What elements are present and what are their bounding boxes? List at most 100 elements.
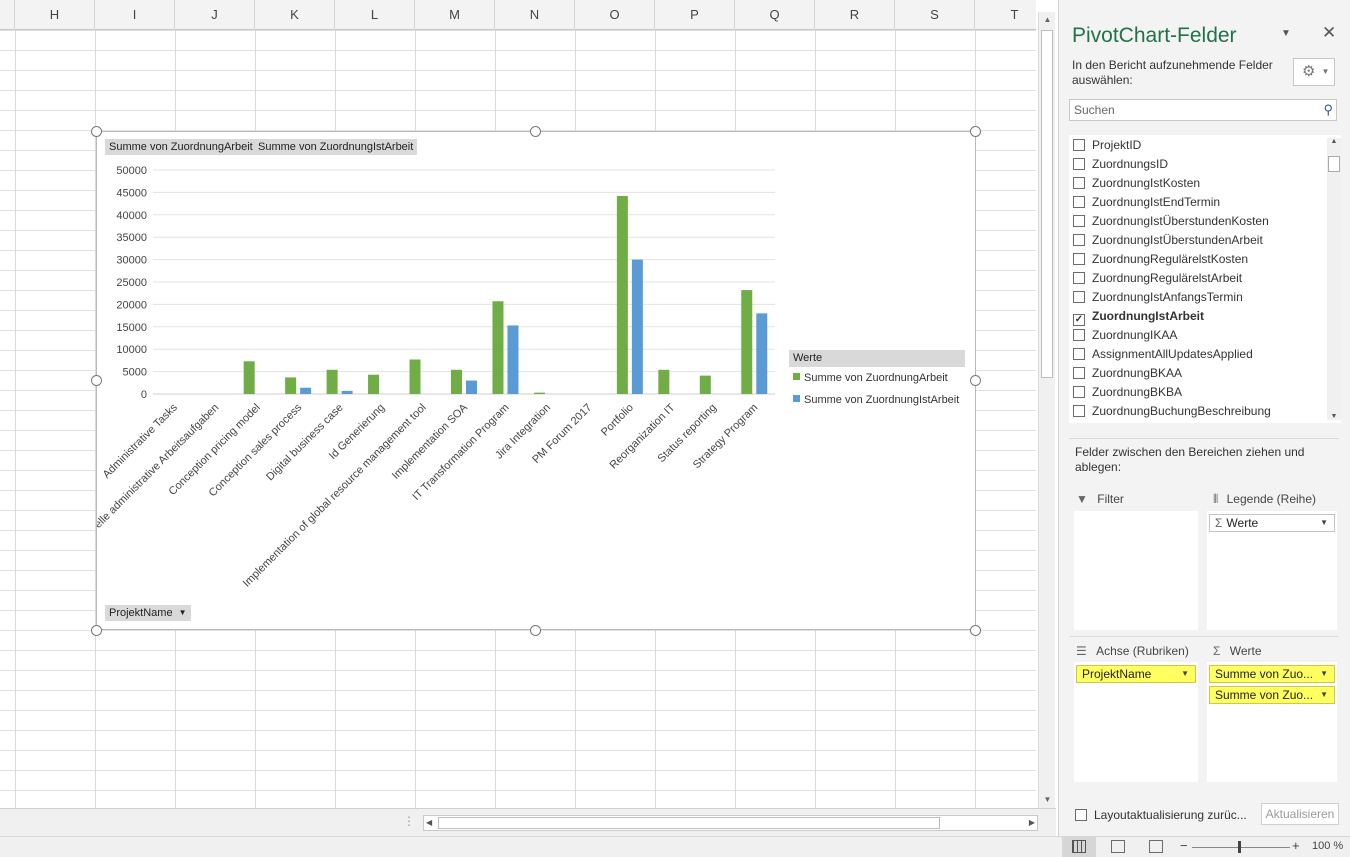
field-list[interactable]: ProjektID ZuordnungsID ZuordnungIstKosten Z… — [1069, 135, 1341, 423]
column-header-s[interactable]: S — [895, 0, 975, 30]
checkbox[interactable] — [1073, 291, 1085, 303]
zoom-slider-thumb[interactable] — [1238, 841, 1241, 853]
field-item[interactable]: ✓ ZuordnungIstArbeit — [1073, 309, 1204, 328]
bar-series-1[interactable] — [368, 374, 380, 394]
field-item[interactable]: ZuordnungBKBA — [1073, 385, 1182, 404]
resize-handle-r[interactable] — [970, 375, 981, 386]
splitter-icon[interactable]: ⋮ — [403, 814, 415, 828]
column-header-l[interactable]: L — [335, 0, 415, 30]
field-item[interactable]: ZuordnungBuchungBeschreibung — [1073, 404, 1271, 423]
bar-series-2[interactable] — [507, 325, 519, 394]
scroll-right-icon[interactable]: ▶ — [1029, 816, 1035, 830]
column-header-k[interactable]: K — [255, 0, 335, 30]
checkbox[interactable] — [1073, 405, 1085, 417]
resize-handle-t[interactable] — [530, 126, 541, 137]
field-item[interactable]: ZuordnungRegulärelstKosten — [1073, 252, 1248, 271]
resize-handle-tr[interactable] — [970, 126, 981, 137]
zoom-slider[interactable] — [1192, 847, 1290, 848]
field-item[interactable]: ZuordnungIstKosten — [1073, 176, 1200, 195]
field-item[interactable]: ZuordnungIstÜberstundenKosten — [1073, 214, 1269, 233]
values-field-pill[interactable]: Summe von Zuo... ▼ — [1209, 686, 1335, 704]
defer-layout-update-checkbox[interactable]: Layoutaktualisierung zurüc... — [1075, 808, 1247, 822]
bar-series-2[interactable] — [300, 387, 312, 394]
field-item[interactable]: ZuordnungIstEndTermin — [1073, 195, 1220, 214]
field-item[interactable]: ZuordnungsID — [1073, 157, 1168, 176]
scroll-down-icon[interactable]: ▼ — [1327, 413, 1341, 420]
bar-series-1[interactable] — [492, 301, 504, 394]
legend-field-pill[interactable]: Σ Werte ▼ — [1209, 514, 1335, 532]
bar-series-1[interactable] — [741, 290, 753, 394]
bar-series-1[interactable] — [243, 361, 255, 394]
checkbox[interactable] — [1073, 139, 1085, 151]
page-break-view-icon[interactable] — [1149, 840, 1163, 853]
resize-handle-b[interactable] — [530, 625, 541, 636]
checkbox[interactable] — [1073, 234, 1085, 246]
field-list-scrollbar[interactable]: ▲ ▼ — [1327, 138, 1341, 420]
axis-field-pill[interactable]: ProjektName ▼ — [1076, 665, 1196, 683]
pivot-chart[interactable]: 50000 45000 40000 35000 30000 25000 20000 15000… — [96, 131, 976, 630]
checkbox[interactable] — [1073, 329, 1085, 341]
axis-field-button[interactable]: ProjektName ▼ — [105, 605, 191, 621]
bar-series-1[interactable] — [699, 375, 711, 394]
scroll-down-icon[interactable]: ▼ — [1039, 792, 1056, 808]
tools-button[interactable]: ⚙ ▼ — [1293, 58, 1335, 86]
value-field-button-istarbeit[interactable]: Summe von ZuordnungIstArbeit — [254, 139, 418, 155]
bar-series-2[interactable] — [631, 259, 643, 394]
field-item[interactable]: ZuordnungIstAnfangsTermin — [1073, 290, 1243, 309]
zoom-out-icon[interactable]: − — [1180, 838, 1188, 853]
resize-handle-bl[interactable] — [91, 625, 102, 636]
resize-handle-tl[interactable] — [91, 126, 102, 137]
column-header-j[interactable]: J — [175, 0, 255, 30]
bar-series-2[interactable] — [466, 380, 477, 394]
horizontal-scrollbar[interactable]: ◀ ▶ — [423, 815, 1038, 831]
zoom-in-icon[interactable]: + — [1292, 838, 1300, 853]
field-item[interactable]: AssignmentAllUpdatesApplied — [1073, 347, 1253, 366]
bar-series-2[interactable] — [341, 390, 353, 394]
bar-series-2[interactable] — [756, 313, 768, 394]
checkbox[interactable] — [1073, 272, 1085, 284]
field-item[interactable]: ProjektID — [1073, 138, 1141, 157]
values-field-pill[interactable]: Summe von Zuo... ▼ — [1209, 665, 1335, 683]
checkbox[interactable] — [1073, 177, 1085, 189]
scroll-up-icon[interactable]: ▲ — [1039, 12, 1056, 28]
page-layout-view-icon[interactable] — [1111, 840, 1125, 853]
close-icon[interactable]: ✕ — [1322, 23, 1336, 43]
worksheet[interactable]: HIJKLMNOPQRST 50000 45000 40000 35000 30000 2… — [0, 0, 1036, 808]
checkbox-checked[interactable]: ✓ — [1073, 314, 1085, 326]
field-list-scroll-thumb[interactable] — [1328, 156, 1340, 172]
vertical-scroll-thumb[interactable] — [1041, 30, 1053, 378]
resize-handle-l[interactable] — [91, 375, 102, 386]
field-item[interactable]: ZuordnungRegulärelstArbeit — [1073, 271, 1242, 290]
bar-series-1[interactable] — [409, 359, 421, 394]
bar-series-1[interactable] — [616, 195, 628, 394]
column-header-i[interactable]: I — [95, 0, 175, 30]
field-item[interactable]: ZuordnungIstÜberstundenArbeit — [1073, 233, 1263, 252]
bar-series-1[interactable] — [533, 392, 545, 394]
filter-drop-area[interactable] — [1074, 511, 1198, 630]
bar-series-1[interactable] — [451, 369, 462, 394]
column-header-q[interactable]: Q — [735, 0, 815, 30]
zoom-level[interactable]: 100 % — [1312, 840, 1343, 852]
column-header-edge[interactable] — [0, 0, 15, 30]
column-header-r[interactable]: R — [815, 0, 895, 30]
bar-series-1[interactable] — [285, 377, 297, 394]
field-search-input[interactable]: Suchen ⚲ — [1069, 99, 1337, 121]
column-header-h[interactable]: H — [15, 0, 95, 30]
checkbox[interactable] — [1073, 196, 1085, 208]
legend-drop-area[interactable]: Σ Werte ▼ — [1207, 511, 1337, 630]
update-button[interactable]: Aktualisieren — [1261, 803, 1339, 825]
field-item[interactable]: ZuordnungBKAA — [1073, 366, 1182, 385]
column-header-t[interactable]: T — [975, 0, 1036, 30]
scroll-left-icon[interactable]: ◀ — [426, 816, 432, 830]
column-header-m[interactable]: M — [415, 0, 495, 30]
vertical-scrollbar[interactable]: ▲ ▼ — [1038, 12, 1055, 808]
column-header-p[interactable]: P — [655, 0, 735, 30]
horizontal-scroll-thumb[interactable] — [438, 817, 940, 829]
resize-handle-br[interactable] — [970, 625, 981, 636]
column-header-o[interactable]: O — [575, 0, 655, 30]
checkbox[interactable] — [1073, 348, 1085, 360]
bar-series-1[interactable] — [658, 369, 670, 394]
scroll-up-icon[interactable]: ▲ — [1327, 138, 1341, 145]
normal-view-button[interactable] — [1062, 837, 1096, 857]
search-icon[interactable]: ⚲ — [1323, 102, 1333, 118]
